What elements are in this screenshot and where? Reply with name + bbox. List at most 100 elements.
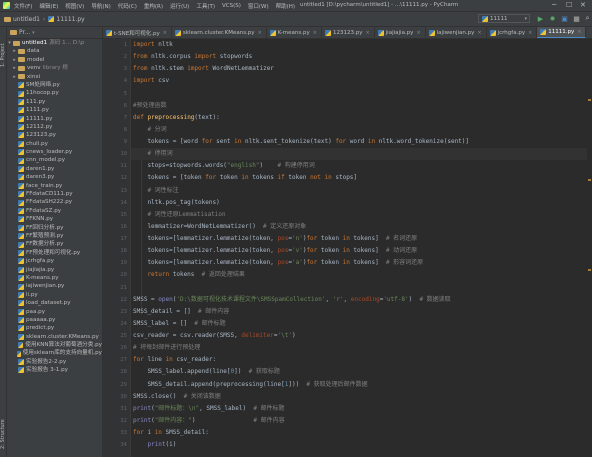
tree-file[interactable]: 1111.py — [7, 106, 102, 114]
code-line[interactable]: import csv — [133, 75, 469, 87]
tree-file[interactable]: jcrhgfa.py — [7, 257, 102, 265]
editor-tab[interactable]: 11111.py × — [537, 27, 587, 38]
search-icon[interactable]: ⌕ — [583, 14, 592, 23]
coverage-icon[interactable]: ▣ — [560, 14, 569, 23]
tree-file[interactable]: FF数据分析.py — [7, 240, 102, 248]
tree-folder[interactable]: ▸ model — [7, 56, 102, 64]
project-view-selector[interactable]: Pr... — [19, 29, 30, 36]
tree-file[interactable]: FF回归分析.py — [7, 224, 102, 232]
editor-tab[interactable]: t-SNE和可视化.py × — [103, 27, 172, 38]
code-line[interactable]: lemmatizer=WordNetLemmatizer() # 定义还原对象 — [133, 221, 469, 233]
editor-tab[interactable]: jiajiajia.py × — [375, 27, 426, 38]
tree-folder[interactable]: ▸ data — [7, 47, 102, 55]
tree-file[interactable]: FF预处理和可视化.py — [7, 249, 102, 257]
menu-view[interactable]: 视图(V) — [65, 2, 84, 10]
tree-file[interactable]: FF繁殖预测.py — [7, 232, 102, 240]
code-line[interactable]: tokens = [word for sent in nltk.sent_tok… — [133, 136, 469, 148]
chevron-down-icon[interactable]: ▾ — [7, 39, 12, 47]
maximize-button[interactable]: ☐ — [566, 1, 572, 9]
tree-file[interactable]: sklearn.cluster.KMeans.py — [7, 333, 102, 341]
code-line[interactable]: tokens = [token for token in tokens if t… — [133, 172, 469, 184]
tree-file[interactable]: chuli.py — [7, 140, 102, 148]
tree-file[interactable]: SM处网络.py — [7, 81, 102, 89]
tree-file[interactable]: cnn_model.py — [7, 156, 102, 164]
tree-file[interactable]: 使用sklearn库的支持向量机.py — [7, 349, 102, 357]
run-configuration-select[interactable]: 11111 ▾ — [478, 14, 530, 23]
chevron-down-icon[interactable]: ▾ — [32, 30, 35, 36]
code-line[interactable]: SMSS_label.append(line[0]) # 获取标题 — [133, 366, 469, 378]
code-line[interactable]: # 停用词 — [133, 148, 469, 160]
menu-code[interactable]: 代码(C) — [118, 2, 137, 10]
close-tab-icon[interactable]: × — [477, 30, 481, 36]
close-tab-icon[interactable]: × — [416, 30, 420, 36]
chevron-right-icon[interactable]: ▸ — [12, 47, 17, 55]
menu-edit[interactable]: 编辑(E) — [39, 2, 58, 10]
error-stripe-scrollbar[interactable] — [587, 39, 592, 457]
breadcrumb-project[interactable]: untitled1 — [13, 16, 40, 23]
chevron-right-icon[interactable]: ▸ — [12, 56, 17, 64]
code-line[interactable]: SMSS_label = [] # 邮件标题 — [133, 318, 469, 330]
tree-file[interactable]: load_dataset.py — [7, 299, 102, 307]
tree-file[interactable]: 11111.py — [7, 115, 102, 123]
code-line[interactable]: SMSS = open('D:\数据可视化技术课程文件\SMSSpamColle… — [133, 294, 469, 306]
close-tab-icon[interactable]: × — [258, 30, 262, 36]
tree-file[interactable]: 使用KNN算法对葡萄酒分类.py — [7, 341, 102, 349]
menu-run[interactable]: 运行(U) — [170, 2, 189, 10]
tree-file[interactable]: 实验报告2-2.py — [7, 358, 102, 366]
code-line[interactable]: print(i) — [133, 439, 469, 451]
code-line[interactable]: csv_reader = csv.reader(SMSS, delimiter=… — [133, 330, 469, 342]
close-tab-icon[interactable]: × — [313, 30, 317, 36]
code-line[interactable]: tokens=[lemmatizer.lemmatize(token, pos=… — [133, 257, 469, 269]
code-line[interactable]: SMSS_detail = [] # 邮件内容 — [133, 306, 469, 318]
code-editor[interactable]: import nltk from nltk.corpus import stopw… — [131, 39, 592, 457]
tree-folder[interactable]: ▸ venv library 根 — [7, 64, 102, 72]
tree-file[interactable]: li.py — [7, 291, 102, 299]
menu-vcs[interactable]: VCS(S) — [222, 3, 241, 9]
editor-tab[interactable]: K-means.py × — [267, 27, 322, 38]
tree-folder[interactable]: ▸ xinxi — [7, 73, 102, 81]
code-content[interactable]: import nltk from nltk.corpus import stopw… — [133, 39, 469, 451]
tree-file[interactable]: cnews_loader.py — [7, 148, 102, 156]
tree-file[interactable]: daren3.py — [7, 173, 102, 181]
close-tab-icon[interactable]: × — [577, 29, 581, 35]
menu-refactor[interactable]: 重构(R) — [144, 2, 163, 10]
code-line[interactable]: #预处理函数 — [133, 100, 469, 112]
warning-marker[interactable] — [588, 269, 591, 271]
tree-root[interactable]: ▾ untitled1 源码 1... D:\p — [7, 39, 102, 47]
code-line[interactable]: def preprocessing(text): — [133, 112, 469, 124]
run-icon[interactable]: ▶ — [536, 14, 545, 23]
menu-window[interactable]: 窗口(W) — [248, 2, 269, 10]
tree-file[interactable]: predict.py — [7, 324, 102, 332]
tree-file[interactable]: FFdataCD111.py — [7, 190, 102, 198]
code-line[interactable]: stops=stopwords.words("english") # 构建停用词 — [133, 160, 469, 172]
tree-file[interactable]: FFKNN.py — [7, 215, 102, 223]
code-line[interactable]: tokens=[lemmatizer.lemmatize(token, pos=… — [133, 245, 469, 257]
menu-help[interactable]: 帮助(H) — [276, 2, 295, 10]
close-tab-icon[interactable]: × — [528, 30, 532, 36]
breadcrumb-file[interactable]: 11111.py — [56, 16, 84, 23]
editor-tab[interactable]: jcrhgfa.py × — [487, 27, 538, 38]
code-line[interactable]: SMSS.close() # 关闭该数据 — [133, 391, 469, 403]
menu-navigate[interactable]: 导航(N) — [91, 2, 110, 10]
tree-file[interactable]: paaaaa.py — [7, 316, 102, 324]
warning-marker[interactable] — [588, 179, 591, 181]
close-window-button[interactable]: ✕ — [580, 1, 586, 9]
code-line[interactable] — [133, 282, 469, 294]
stop-icon[interactable]: ■ — [572, 14, 581, 23]
close-tab-icon[interactable]: × — [365, 30, 369, 36]
close-tab-icon[interactable]: × — [163, 30, 167, 36]
chevron-right-icon[interactable]: ▸ — [12, 64, 17, 72]
code-line[interactable]: # 词性还原Lemmatisation — [133, 209, 469, 221]
editor-tab[interactable]: lajiwenjian.py × — [426, 27, 487, 38]
minimize-button[interactable]: ─ — [552, 1, 556, 9]
code-line[interactable]: from nltk.corpus import stopwords — [133, 51, 469, 63]
editor-tab[interactable]: sklearn.cluster.KMeans.py × — [172, 27, 267, 38]
code-line[interactable]: SMSS_detail.append(preprocessing(line[1]… — [133, 379, 469, 391]
tree-file[interactable]: daren1.py — [7, 165, 102, 173]
structure-tool-button[interactable]: 2: Structure — [0, 412, 6, 457]
tree-file[interactable]: jiajiajia.py — [7, 266, 102, 274]
code-line[interactable]: tokens=[lemmatizer.lemmatize(token, pos=… — [133, 233, 469, 245]
code-line[interactable]: nltk.pos_tag(tokens) — [133, 197, 469, 209]
code-line[interactable]: # 将每封邮件进行预处理 — [133, 342, 469, 354]
menu-tools[interactable]: 工具(T) — [196, 2, 215, 10]
